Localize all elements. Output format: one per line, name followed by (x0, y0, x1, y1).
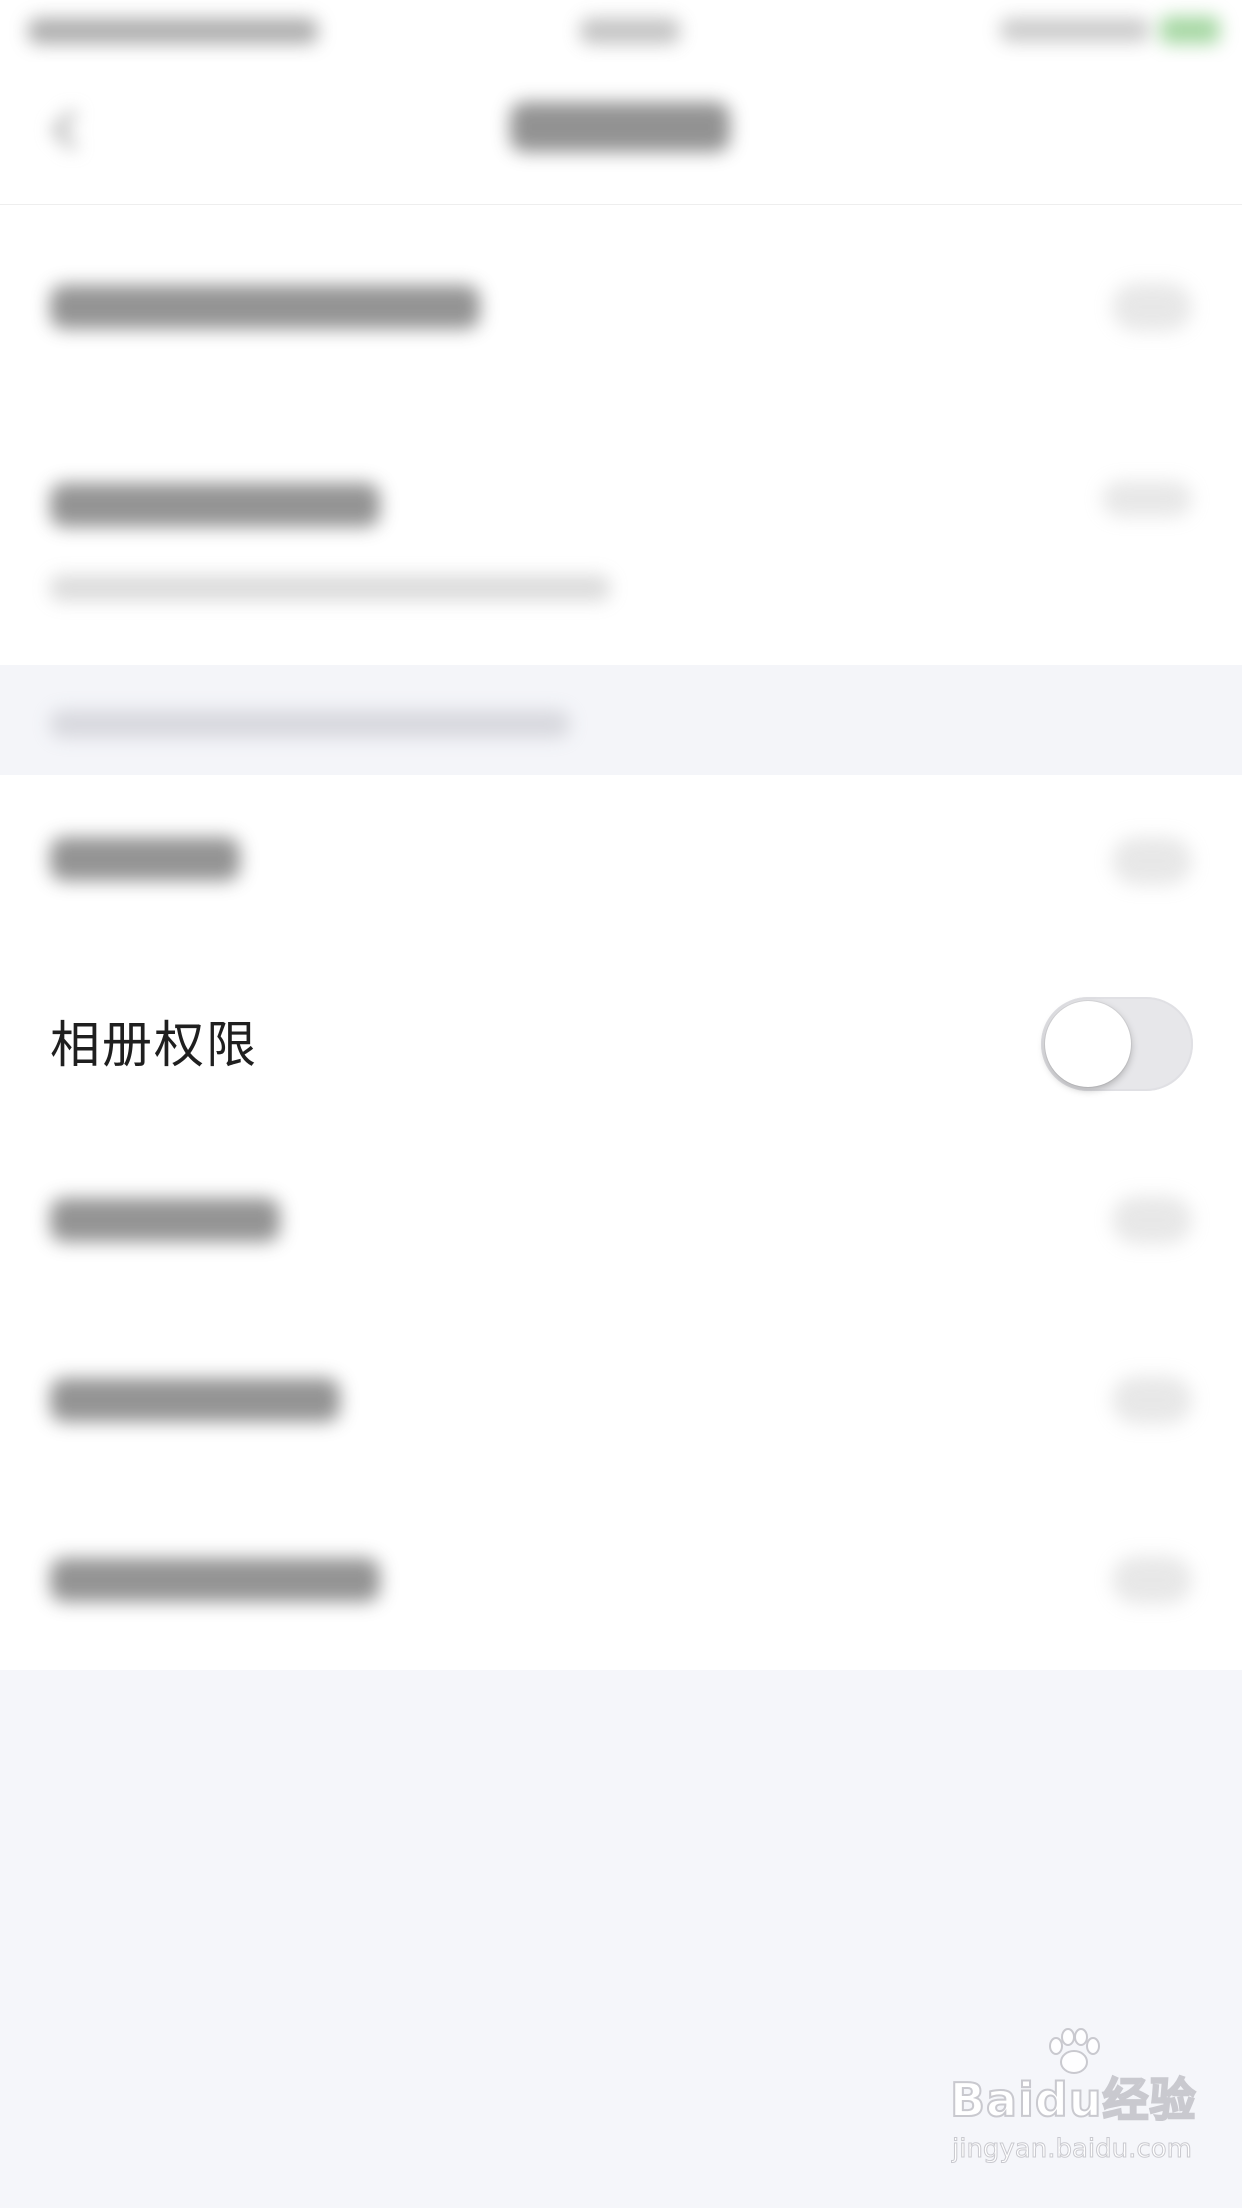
row-label-blurred (50, 1558, 380, 1602)
navigation-bar (0, 62, 1242, 205)
section-header-text-blurred (50, 710, 570, 738)
status-bar (0, 0, 1242, 62)
settings-row-blurred[interactable] (0, 415, 1242, 665)
watermark-url: jingyan.baidu.com (952, 2134, 1193, 2165)
row-label-blurred (50, 285, 480, 329)
row-value-blurred (1102, 481, 1192, 517)
status-indicators-blurred (1000, 18, 1150, 42)
status-carrier-blurred (28, 18, 318, 44)
baidu-jingyan-watermark: Baidu经验 jingyan.baidu.com (949, 2028, 1210, 2190)
row-toggle-blurred[interactable] (1112, 1196, 1192, 1244)
row-toggle-blurred[interactable] (1112, 283, 1192, 331)
back-button[interactable] (50, 102, 92, 158)
chevron-left-icon (52, 110, 92, 150)
settings-row-blurred[interactable] (0, 1130, 1242, 1310)
settings-screen: 相册权限 Baidu经验 jingyan.baidu.com (0, 0, 1242, 2208)
watermark-logo-text: Baidu经验 (949, 2072, 1197, 2128)
status-time-blurred (580, 18, 680, 44)
photo-album-permission-row[interactable]: 相册权限 (0, 960, 1242, 1130)
photo-album-permission-toggle[interactable] (1041, 997, 1193, 1091)
section-header (0, 665, 1242, 775)
row-toggle-blurred[interactable] (1112, 1556, 1192, 1604)
settings-row-blurred[interactable] (0, 1490, 1242, 1670)
row-label-blurred (50, 837, 240, 881)
row-description-blurred (50, 575, 610, 601)
settings-row-blurred[interactable] (0, 205, 1242, 415)
row-toggle-blurred[interactable] (1112, 837, 1192, 885)
page-title-blurred (510, 102, 730, 152)
battery-icon (1160, 16, 1220, 44)
row-label-blurred (50, 483, 380, 527)
row-label-blurred (50, 1378, 340, 1422)
photo-album-permission-label: 相册权限 (50, 1016, 258, 1074)
settings-row-blurred[interactable] (0, 1310, 1242, 1490)
row-label-blurred (50, 1198, 280, 1242)
row-toggle-blurred[interactable] (1112, 1376, 1192, 1424)
toggle-knob (1045, 1001, 1131, 1087)
paw-logo-icon (1049, 2028, 1100, 2074)
settings-row-blurred[interactable] (0, 775, 1242, 960)
